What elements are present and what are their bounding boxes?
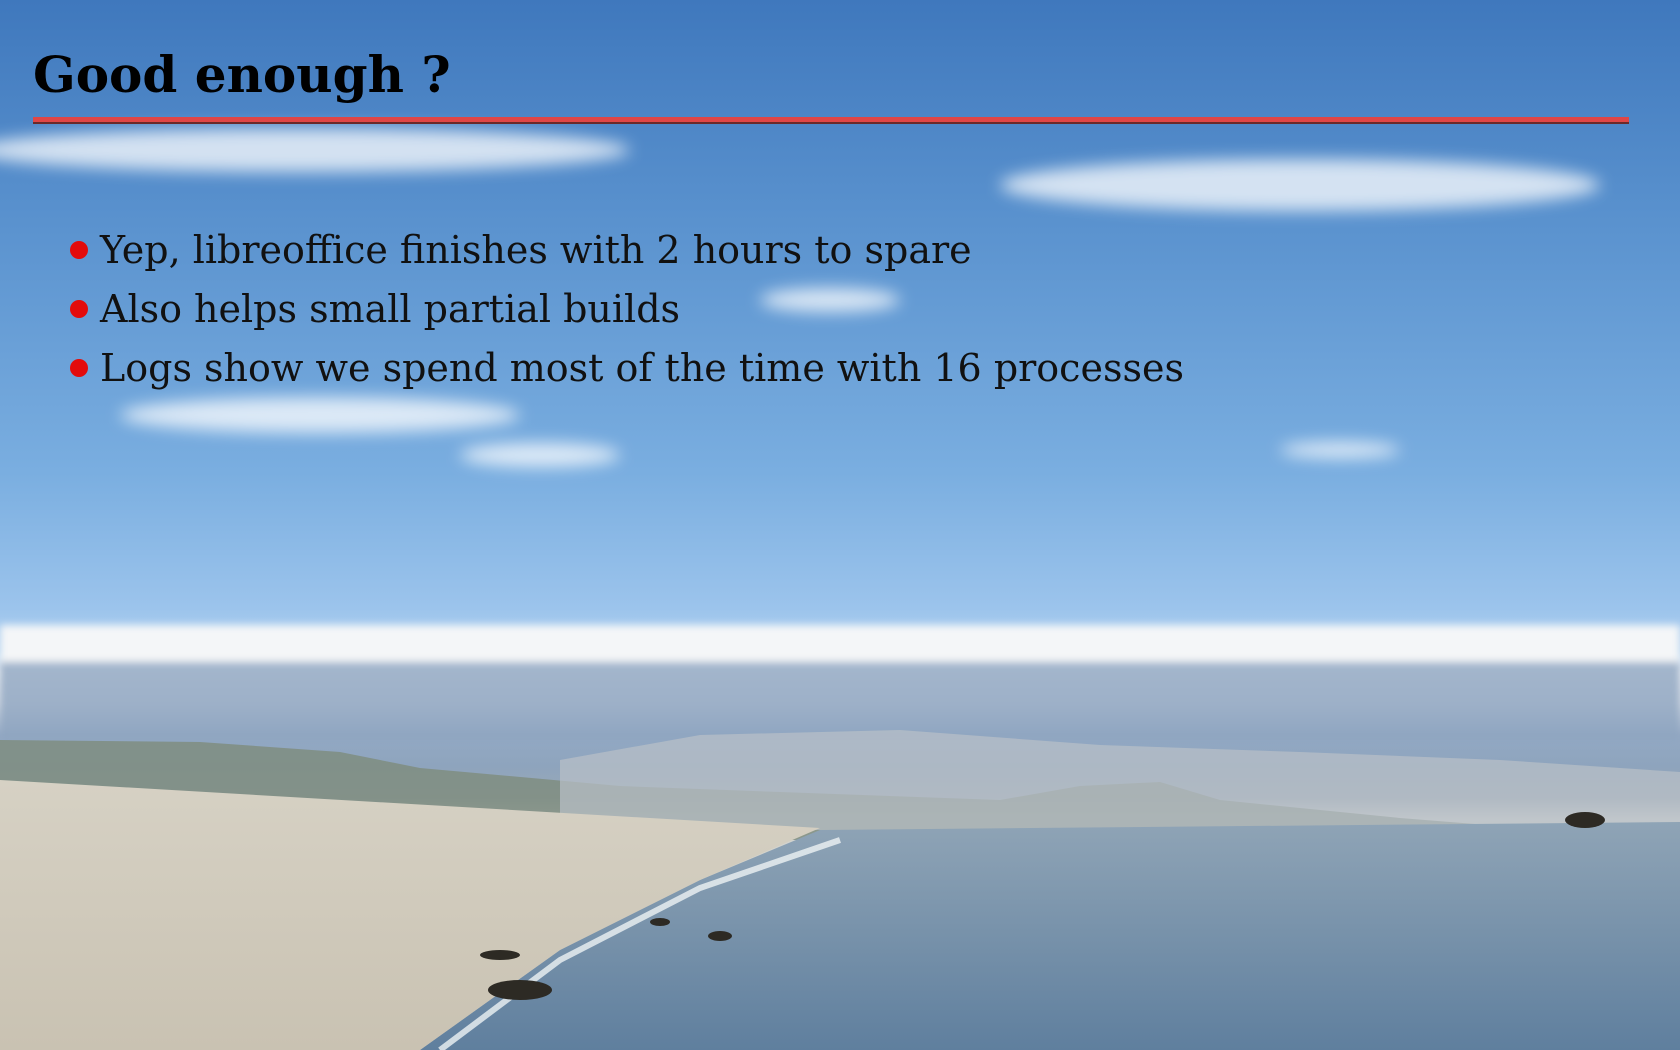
bullet-item: Also helps small partial builds xyxy=(70,279,1184,338)
slide-title: Good enough ? xyxy=(33,45,451,104)
bullet-dot-icon xyxy=(70,358,88,377)
bullet-item: Yep, libreoffice finishes with 2 hours t… xyxy=(70,220,1184,279)
bullet-item: Logs show we spend most of the time with… xyxy=(70,338,1184,397)
bullet-text: Yep, libreoffice finishes with 2 hours t… xyxy=(100,227,972,272)
bullet-dot-icon xyxy=(70,299,88,318)
slide: Good enough ? Yep, libreoffice finishes … xyxy=(0,0,1680,1050)
title-underline xyxy=(33,117,1629,124)
bullet-text: Logs show we spend most of the time with… xyxy=(100,345,1184,390)
bullet-dot-icon xyxy=(70,240,88,259)
bullet-list: Yep, libreoffice finishes with 2 hours t… xyxy=(70,220,1184,397)
bullet-text: Also helps small partial builds xyxy=(100,286,681,331)
background-beach-photo xyxy=(0,128,1680,1050)
